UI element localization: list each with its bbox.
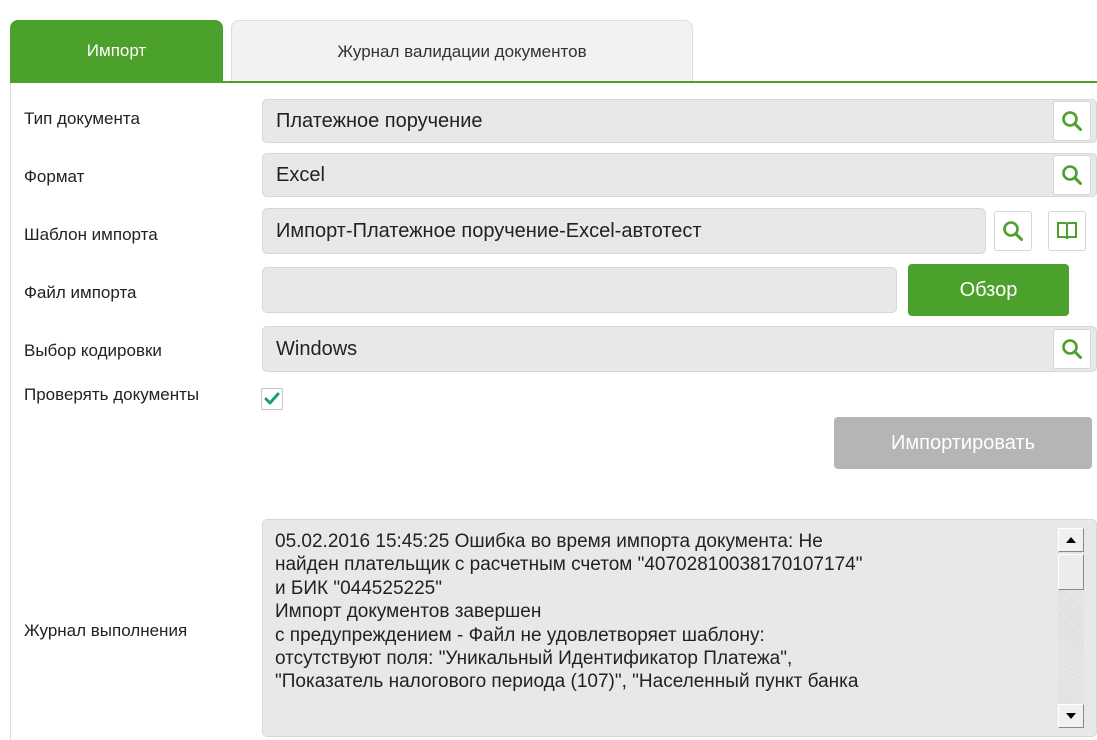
encoding-field[interactable]: Windows [262, 326, 1097, 372]
scroll-thumb[interactable] [1058, 554, 1084, 590]
tab-underline [10, 81, 1097, 83]
log-label: Журнал выполнения [24, 621, 188, 640]
doc-type-search-button[interactable] [1053, 101, 1091, 141]
execution-log[interactable]: 05.02.2016 15:45:25 Ошибка во время импо… [262, 519, 1097, 737]
format-field[interactable]: Excel [262, 153, 1097, 197]
log-line: с предупреждением - Файл не удовлетворяе… [275, 624, 765, 646]
log-scrollbar[interactable] [1058, 528, 1084, 728]
search-icon [1003, 221, 1023, 241]
validate-docs-label: Проверять документы [24, 385, 200, 404]
doc-type-value: Платежное поручение [276, 109, 483, 132]
validate-docs-checkbox[interactable] [261, 388, 283, 410]
search-icon [1062, 165, 1082, 185]
file-field[interactable] [262, 267, 897, 313]
log-line: 05.02.2016 15:45:25 Ошибка во время импо… [275, 531, 823, 552]
template-label: Шаблон импорта [24, 225, 158, 244]
format-search-button[interactable] [1053, 155, 1091, 195]
tab-validation-log[interactable]: Журнал валидации документов [231, 20, 693, 82]
file-label: Файл импорта [24, 283, 137, 302]
format-value: Excel [276, 163, 325, 186]
log-line: найден плательщик с расчетным счетом "40… [275, 554, 863, 576]
checkmark-icon [264, 392, 280, 405]
log-line: и БИК "044525225" [275, 577, 442, 599]
arrow-up-icon [1066, 537, 1076, 543]
scroll-down-button[interactable] [1058, 704, 1084, 728]
encoding-search-button[interactable] [1053, 329, 1091, 369]
log-line: отсутствуют поля: "Уникальный Идентифика… [275, 648, 793, 670]
template-search-button[interactable] [994, 211, 1032, 251]
search-icon [1062, 111, 1082, 131]
import-button[interactable]: Импортировать [834, 417, 1092, 469]
doc-type-label: Тип документа [24, 109, 140, 128]
template-value: Импорт-Платежное поручение-Excel-автотес… [276, 219, 702, 242]
panel-left-border [10, 83, 11, 740]
log-line: "Показатель налогового периода (107)", "… [275, 671, 859, 693]
doc-type-field[interactable]: Платежное поручение [262, 99, 1097, 143]
search-icon [1062, 339, 1082, 359]
template-field[interactable]: Импорт-Платежное поручение-Excel-автотес… [262, 208, 986, 254]
template-view-button[interactable] [1048, 211, 1086, 251]
encoding-value: Windows [276, 337, 358, 360]
tab-import[interactable]: Импорт [10, 20, 223, 82]
book-icon [1057, 222, 1077, 240]
format-label: Формат [24, 167, 85, 186]
log-line: Импорт документов завершен [275, 601, 542, 623]
scroll-up-button[interactable] [1058, 528, 1084, 552]
browse-button[interactable]: Обзор [908, 264, 1069, 316]
log-text: 05.02.2016 15:45:25 Ошибка во время импо… [275, 530, 1055, 694]
arrow-down-icon [1066, 713, 1076, 719]
encoding-label: Выбор кодировки [24, 341, 162, 360]
